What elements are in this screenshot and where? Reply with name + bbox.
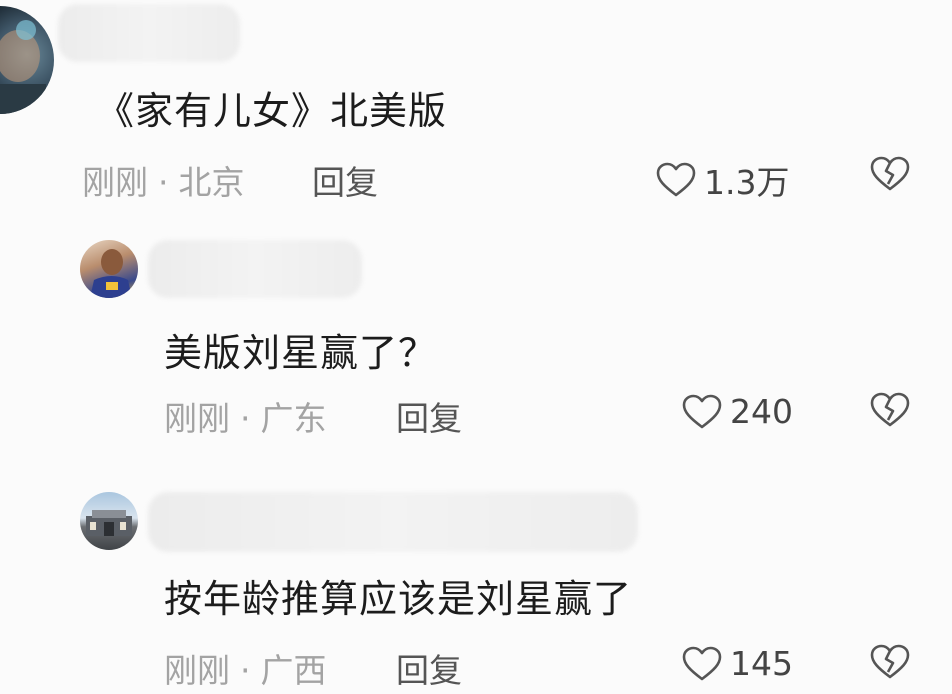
comment-text: 美版刘星赢了？ <box>164 331 438 375</box>
like-count: 240 <box>730 392 793 431</box>
comment-time: 刚刚 <box>164 399 230 438</box>
username-redacted <box>58 4 240 62</box>
avatar[interactable] <box>0 6 54 114</box>
comment-meta: 刚刚 · 广西 <box>164 644 327 692</box>
broken-heart-icon <box>870 644 910 679</box>
comment-location: 广东 <box>260 399 327 438</box>
comment-text: 《家有儿女》北美版 <box>96 89 448 133</box>
dislike-button[interactable] <box>870 392 910 432</box>
reply-comment-item: 美版刘星赢了？ 刚刚 · 广东 回复 240 <box>0 230 952 450</box>
like-button[interactable]: 145 <box>682 644 793 683</box>
comment-time: 刚刚 <box>82 163 148 202</box>
heart-icon <box>656 162 696 197</box>
like-button[interactable]: 1.3万 <box>656 156 789 204</box>
comment-text: 按年龄推算应该是刘星赢了 <box>164 577 633 621</box>
username-redacted <box>148 240 362 298</box>
meta-separator: · <box>158 163 169 202</box>
broken-heart-icon <box>870 392 910 427</box>
broken-heart-icon <box>870 156 910 191</box>
meta-separator: · <box>240 399 251 438</box>
avatar-image <box>0 20 46 114</box>
reply-button[interactable]: 回复 <box>312 156 378 204</box>
like-count: 1.3万 <box>704 163 790 202</box>
reply-button[interactable]: 回复 <box>396 392 462 440</box>
meta-separator: · <box>240 651 251 690</box>
comment-meta: 刚刚 · 广东 <box>164 392 327 440</box>
avatar-image <box>86 510 132 536</box>
username-redacted <box>148 492 638 552</box>
avatar-image <box>90 249 132 298</box>
dislike-button[interactable] <box>870 156 910 196</box>
like-count: 145 <box>730 644 793 683</box>
like-button[interactable]: 240 <box>682 392 793 431</box>
reply-comment-item: 按年龄推算应该是刘星赢了 刚刚 · 广西 回复 145 <box>0 484 952 694</box>
comment-meta: 刚刚 · 北京 <box>82 156 245 204</box>
avatar[interactable] <box>80 240 138 298</box>
comment-item: 《家有儿女》北美版 刚刚 · 北京 回复 1.3万 <box>0 0 952 210</box>
comment-location: 北京 <box>178 163 245 202</box>
avatar[interactable] <box>80 492 138 550</box>
dislike-button[interactable] <box>870 644 910 684</box>
comment-location: 广西 <box>260 651 327 690</box>
heart-icon <box>682 394 722 428</box>
reply-button[interactable]: 回复 <box>396 644 462 692</box>
heart-icon <box>682 646 722 680</box>
comment-time: 刚刚 <box>164 651 230 690</box>
